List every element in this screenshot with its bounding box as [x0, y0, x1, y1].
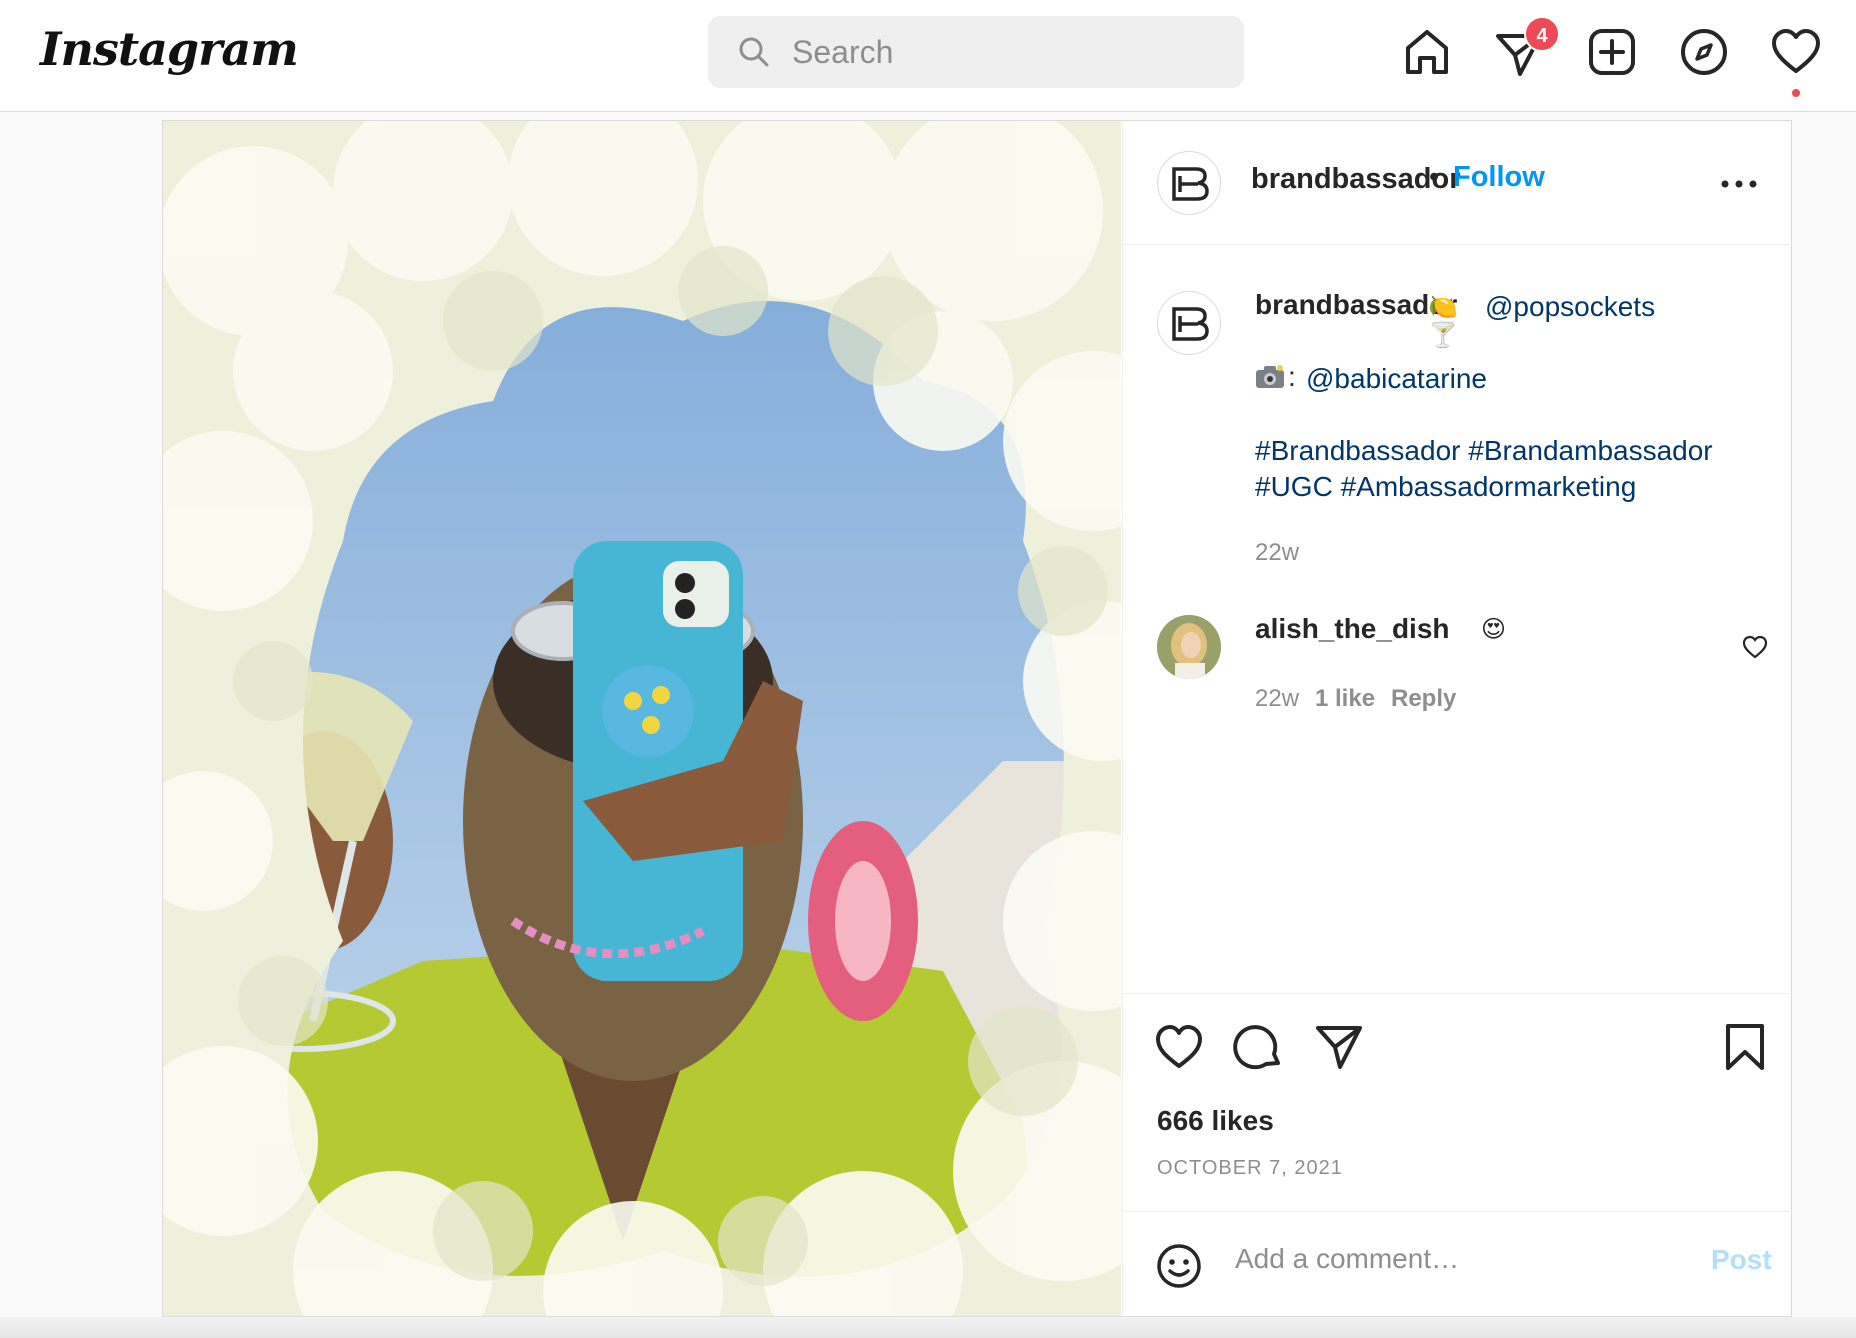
top-navigation-bar: Instagram 4	[0, 0, 1856, 112]
comment-username[interactable]: alish_the_dish	[1255, 613, 1450, 645]
activity-heart-icon	[1772, 29, 1820, 73]
comment-button[interactable]	[1233, 1021, 1285, 1073]
more-options-icon	[1721, 180, 1757, 188]
post-header: brandbassador • Follow	[1123, 121, 1792, 245]
follow-button[interactable]: Follow	[1453, 161, 1545, 194]
bookmark-icon	[1726, 1024, 1764, 1070]
window-bottom-edge	[0, 1317, 1856, 1338]
brand-avatar[interactable]	[1157, 151, 1221, 215]
smiley-icon	[1157, 1244, 1201, 1288]
new-post-icon	[1589, 29, 1635, 75]
comment-bubble-icon	[1233, 1025, 1280, 1070]
instagram-logo[interactable]: Instagram	[40, 22, 299, 76]
comment-likes-count[interactable]: 1 like	[1315, 685, 1375, 713]
post-image-illustration	[163, 121, 1121, 1316]
comment-reply-button[interactable]: Reply	[1391, 685, 1456, 713]
like-button[interactable]	[1153, 1021, 1205, 1073]
post-photo[interactable]	[163, 121, 1121, 1316]
post-card: brandbassador • Follow brandbassador 🍋🍸 …	[162, 120, 1792, 1317]
messages-badge: 4	[1524, 16, 1560, 52]
likes-count[interactable]: 666 likes	[1157, 1105, 1274, 1137]
post-comment-button[interactable]: Post	[1711, 1244, 1772, 1276]
separator-dot: •	[1429, 161, 1440, 193]
caption-timestamp[interactable]: 22w	[1255, 539, 1299, 567]
mention-babicatarine[interactable]: @babicatarine	[1306, 363, 1487, 395]
caption-colon: :	[1288, 361, 1296, 392]
caption-author-avatar[interactable]	[1157, 291, 1221, 355]
explore-icon	[1681, 29, 1727, 75]
search-input[interactable]	[792, 16, 1222, 88]
heart-icon	[1156, 1025, 1202, 1068]
camera-icon	[1256, 365, 1284, 388]
explore-button[interactable]	[1676, 24, 1732, 80]
search-icon	[739, 37, 769, 67]
heart-outline-icon	[1742, 635, 1768, 659]
brandbassador-logo-icon	[1172, 167, 1209, 201]
mention-popsockets[interactable]: @popsockets	[1485, 291, 1655, 323]
post-date[interactable]: OCTOBER 7, 2021	[1157, 1157, 1343, 1180]
search-box[interactable]	[708, 16, 1244, 88]
activity-button[interactable]	[1768, 24, 1824, 80]
comment-timestamp[interactable]: 22w	[1255, 685, 1299, 713]
commenter-avatar-image	[1157, 615, 1221, 679]
home-icon	[1406, 30, 1448, 74]
caption-emoji: 🍋🍸	[1428, 293, 1458, 349]
hashtags-line-2[interactable]: #UGC #Ambassadormarketing	[1255, 471, 1636, 503]
share-paper-plane-icon	[1316, 1026, 1362, 1069]
brandbassador-logo-icon	[1172, 307, 1209, 341]
add-comment-bar: Post	[1123, 1211, 1792, 1316]
emoji-picker-button[interactable]	[1155, 1242, 1203, 1295]
hashtags-line-1[interactable]: #Brandbassador #Brandambassador	[1255, 435, 1713, 467]
post-side-panel: brandbassador • Follow brandbassador 🍋🍸 …	[1122, 121, 1792, 1316]
share-button[interactable]	[1313, 1021, 1365, 1073]
more-options-button[interactable]	[1715, 169, 1763, 199]
save-button[interactable]	[1719, 1021, 1771, 1073]
comment-like-button[interactable]	[1741, 633, 1769, 661]
add-comment-input[interactable]	[1235, 1234, 1685, 1284]
caption-username[interactable]: brandbassador	[1255, 289, 1457, 321]
home-button[interactable]	[1399, 24, 1455, 80]
commenter-avatar[interactable]	[1157, 615, 1221, 679]
new-post-button[interactable]	[1584, 24, 1640, 80]
activity-notification-dot	[1792, 89, 1800, 97]
camera-emoji	[1255, 365, 1285, 394]
comment-emoji: 😍	[1481, 615, 1507, 643]
post-actions-divider	[1123, 993, 1792, 994]
